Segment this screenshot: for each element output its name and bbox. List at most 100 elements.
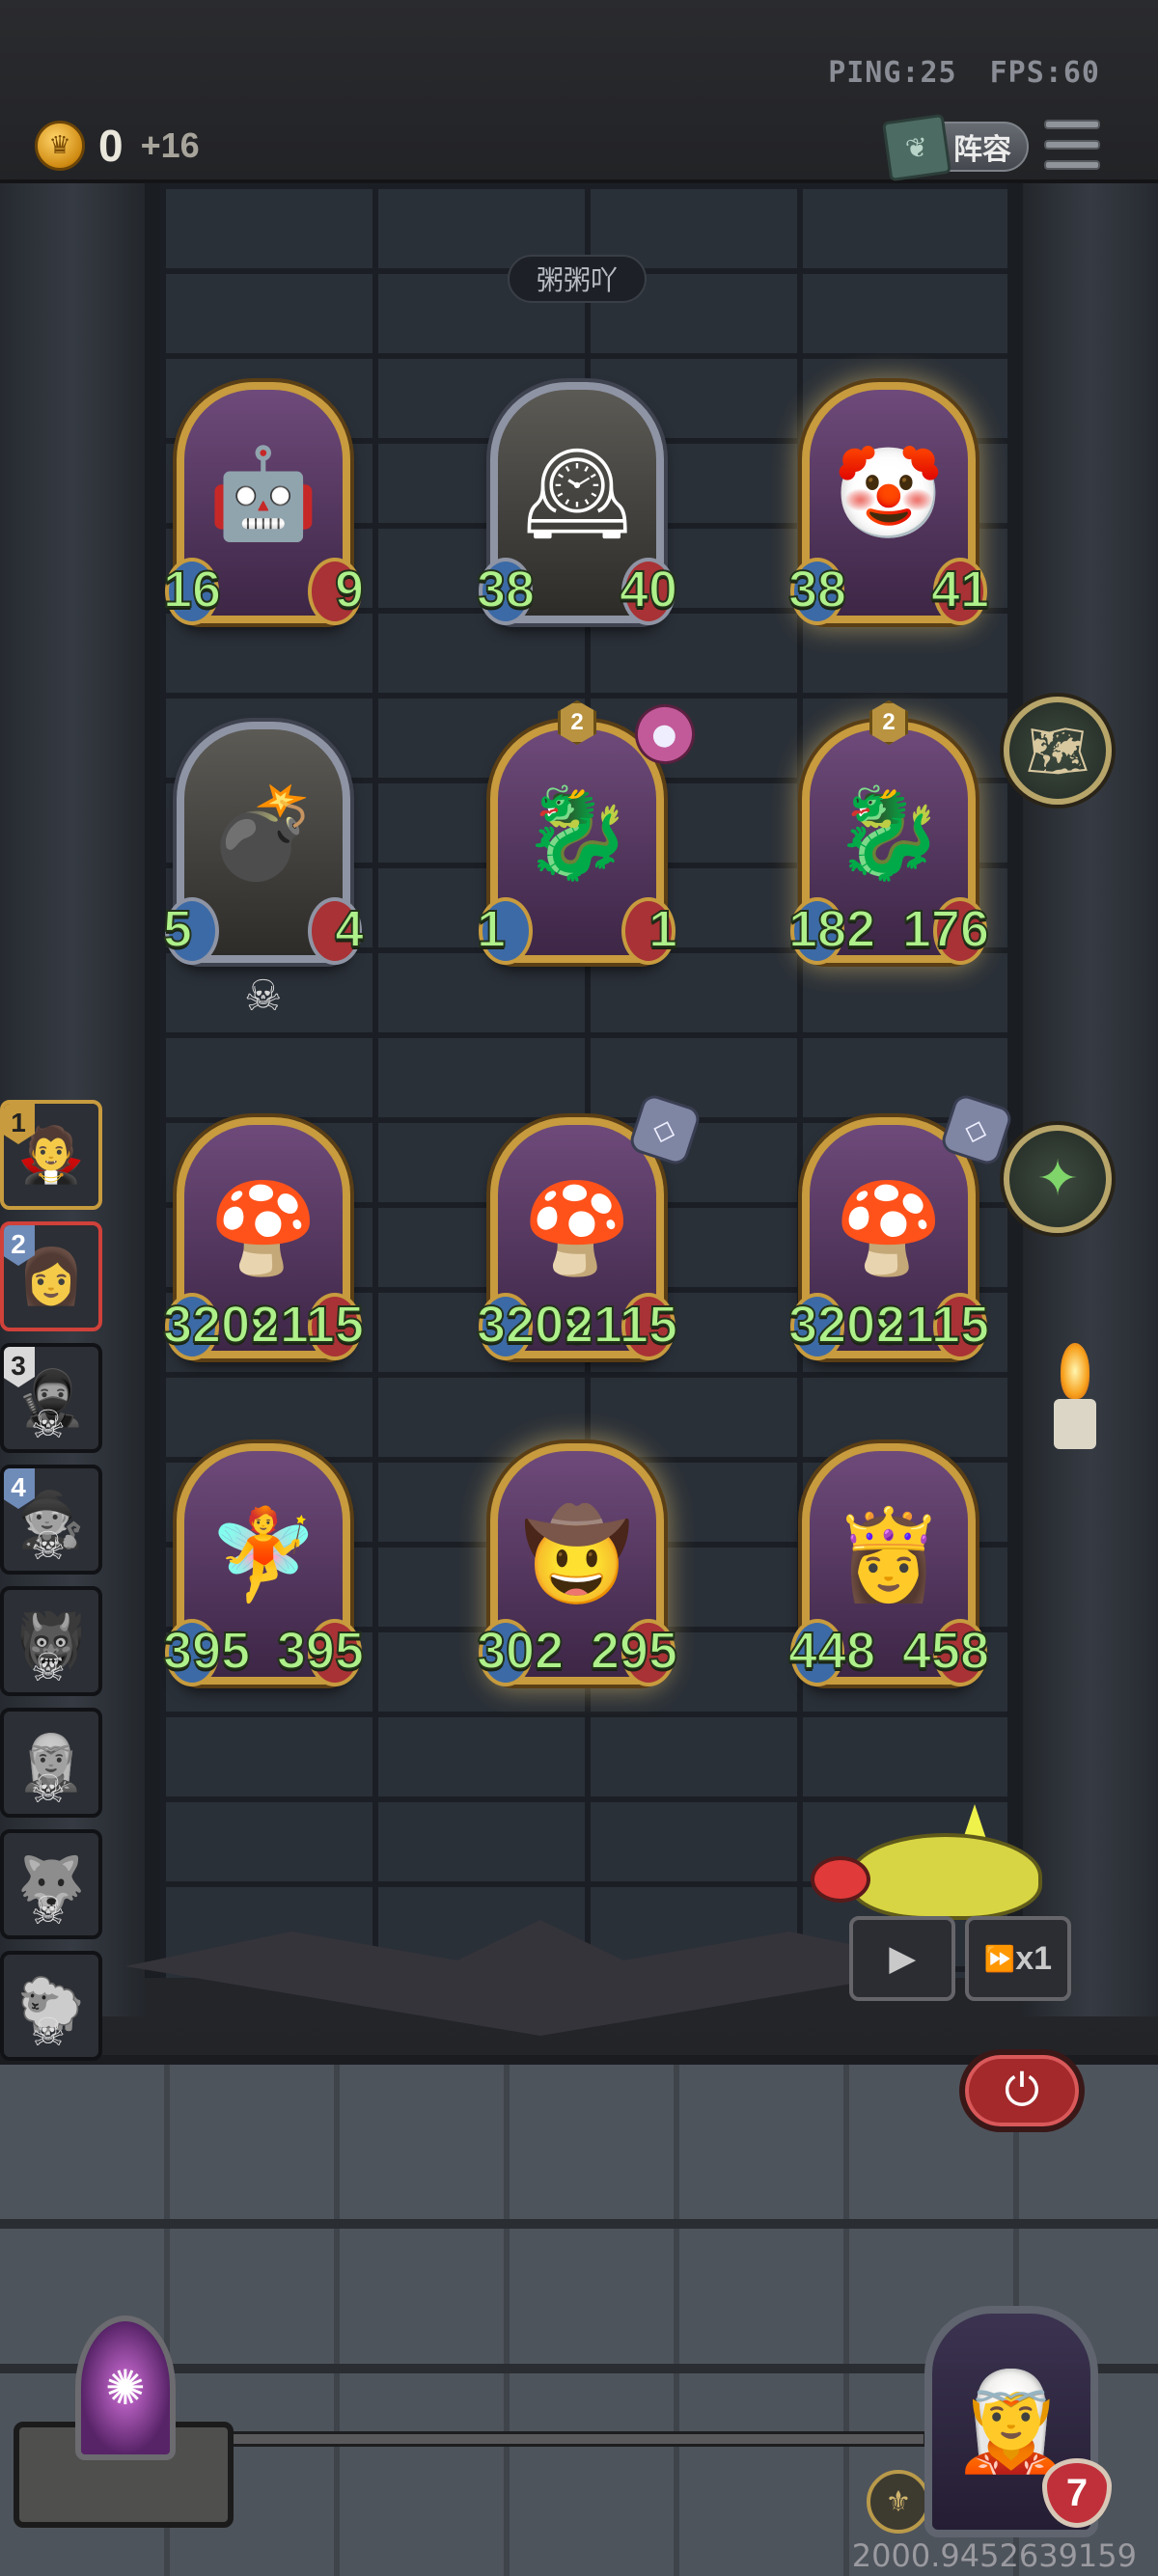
skull-icon: ☠ <box>31 1889 66 1933</box>
unit-queue: 🧛 1 👩 2 🥷 3 ☠ 🧙 4 ☠ 👹 ☠ 🧝 ☠ 🐺 ☠ 🐑 ☠ <box>0 1100 114 2072</box>
red-dragon-portrait: 🐉 <box>521 781 633 885</box>
power-icon: ⏻ <box>1004 2064 1040 2116</box>
play-icon: ▶ <box>889 1940 916 1977</box>
skull-icon: ☠ <box>31 1403 66 1447</box>
skull-icon: ☠ <box>31 1768 66 1812</box>
unit-attack: 1 <box>476 899 507 959</box>
unit-card[interactable]: 💣 ☠ 5 4 <box>162 722 365 1021</box>
blonde-elf-portrait: 👸 <box>833 1503 945 1606</box>
lineup-button[interactable]: ❦ 阵容 <box>881 113 1029 182</box>
queue-slot[interactable]: 🐑 ☠ <box>0 1951 102 2061</box>
queue-slot[interactable]: 🧙 4 ☠ <box>0 1465 102 1575</box>
candle <box>1054 1399 1096 1449</box>
skull-icon: ☠ <box>31 2011 66 2055</box>
unit-card[interactable]: 🍄 ◇ 3209 2115 <box>476 1091 703 1368</box>
crystal-orb-icon: ✺ <box>75 2316 176 2460</box>
unit-card[interactable]: 🤠 302 295 <box>476 1443 678 1694</box>
skull-icon: ☠ <box>31 1646 66 1690</box>
mascot-body <box>849 1833 1042 1920</box>
unit-card[interactable]: 🤡 38 41 <box>787 382 990 633</box>
mascot-nose <box>811 1856 870 1903</box>
unit-health: 458 <box>901 1621 990 1681</box>
queue-slot[interactable]: 🧝 ☠ <box>0 1708 102 1818</box>
unit-card[interactable]: 🍄 ◇ 3209 2115 <box>787 1091 1015 1368</box>
unit-card[interactable]: 🤖 16 9 <box>162 382 365 633</box>
queue-slot[interactable]: 🥷 3 ☠ <box>0 1343 102 1453</box>
clown-portrait: 🤡 <box>833 442 945 545</box>
gunslinger-portrait: 🤠 <box>521 1503 633 1606</box>
mushroom-girl-portrait: 🍄 <box>207 1177 319 1280</box>
hero-portrait[interactable]: 🧝 7 <box>924 2306 1112 2537</box>
unit-attack: 5 <box>162 899 193 959</box>
red-dragon-portrait: 🐉 <box>833 781 945 885</box>
menu-bar-icon <box>1044 140 1100 150</box>
battle-controls: ▶ ⏩ x1 <box>849 1916 1071 2001</box>
queue-slot[interactable]: 👩 2 <box>0 1221 102 1331</box>
fast-forward-icon: ⏩ <box>983 1943 1016 1973</box>
speed-label: x1 <box>1015 1939 1053 1977</box>
network-stats: PING:25 FPS:60 <box>828 56 1100 90</box>
queue-slot[interactable]: 👹 ☠ <box>0 1586 102 1696</box>
fps-readout: FPS:60 <box>989 56 1100 90</box>
gold-amount: 0 <box>98 121 124 171</box>
robot-duo-portrait: 🤖 <box>207 442 319 545</box>
unit-health: 2115 <box>564 1295 678 1355</box>
skull-icon: ☠ <box>244 972 283 1021</box>
play-button[interactable]: ▶ <box>849 1916 955 2001</box>
unit-card[interactable]: 🕰 38 40 <box>476 382 678 633</box>
mushroom-girl-portrait: 🍄 <box>833 1177 945 1280</box>
unit-health: 4 <box>334 899 365 959</box>
unit-attack: 38 <box>476 560 536 619</box>
surrender-button[interactable]: ⏻ <box>959 2049 1085 2132</box>
menu-button[interactable] <box>1044 120 1100 170</box>
book-icon: ❦ <box>881 113 952 182</box>
unit-card[interactable]: 🧚 395 395 <box>162 1443 365 1694</box>
clock-creature-portrait: 🕰 <box>520 442 634 545</box>
flame-icon <box>1061 1343 1089 1399</box>
unit-health: 2115 <box>250 1295 365 1355</box>
unit-attack: 16 <box>162 560 222 619</box>
opponent-base: ✺ <box>14 2316 234 2528</box>
queue-slot[interactable]: 🧛 1 <box>0 1100 102 1210</box>
unit-health: 40 <box>619 560 678 619</box>
opponent-name-tag: 粥粥吖 <box>508 255 647 303</box>
unit-card[interactable]: 🍄 3209 2115 <box>162 1117 365 1368</box>
frog-button[interactable]: ✦ <box>1004 1125 1112 1233</box>
unit-attack: 395 <box>162 1621 251 1681</box>
unit-attack: 302 <box>476 1621 565 1681</box>
menu-bar-icon <box>1044 120 1100 129</box>
flower-fairy-portrait: 🧚 <box>207 1503 319 1606</box>
stone-rail <box>222 2431 926 2447</box>
unit-health: 41 <box>930 560 990 619</box>
unit-attack: 182 <box>787 899 876 959</box>
floor-divider <box>0 2219 1158 2229</box>
ping-readout: PING:25 <box>828 56 957 90</box>
lineup-label: 阵容 <box>953 133 1011 167</box>
sorceress-portrait: 🧝 <box>951 2365 1072 2478</box>
unit-card[interactable]: 👸 448 458 <box>787 1443 990 1694</box>
map-button[interactable]: 🗺 <box>1004 697 1112 805</box>
unit-card[interactable]: 🐉 2 182 176 <box>787 700 990 973</box>
bomb-knight-portrait: 💣 <box>207 781 319 885</box>
unit-health: 176 <box>901 899 990 959</box>
mushroom-girl-portrait: 🍄 <box>521 1177 633 1280</box>
unit-health: 9 <box>334 560 365 619</box>
frog-icon: ✦ <box>1036 1150 1079 1208</box>
gold-display: ♛ 0 +16 <box>35 120 200 172</box>
unit-attack: 448 <box>787 1621 876 1681</box>
unit-health: 395 <box>276 1621 365 1681</box>
gold-income: +16 <box>140 125 200 165</box>
menu-bar-icon <box>1044 160 1100 170</box>
queue-slot[interactable]: 🐺 ☠ <box>0 1829 102 1939</box>
unit-health: 295 <box>590 1621 678 1681</box>
candle-torch <box>1046 1343 1104 1459</box>
gold-coin-icon: ♛ <box>35 121 85 171</box>
unit-health: 2115 <box>875 1295 990 1355</box>
shield-emblem-icon[interactable]: ⚜ <box>867 2470 930 2534</box>
unit-card[interactable]: 🐉 2 ● 1 1 <box>476 696 703 973</box>
top-hud: PING:25 FPS:60 ♛ 0 +16 ❦ 阵容 <box>0 0 1158 183</box>
speed-button[interactable]: ⏩ x1 <box>965 1916 1071 2001</box>
skull-icon: ☠ <box>31 1524 66 1569</box>
scroll-map-icon: 🗺 <box>1025 722 1089 781</box>
unit-health: 1 <box>648 899 678 959</box>
